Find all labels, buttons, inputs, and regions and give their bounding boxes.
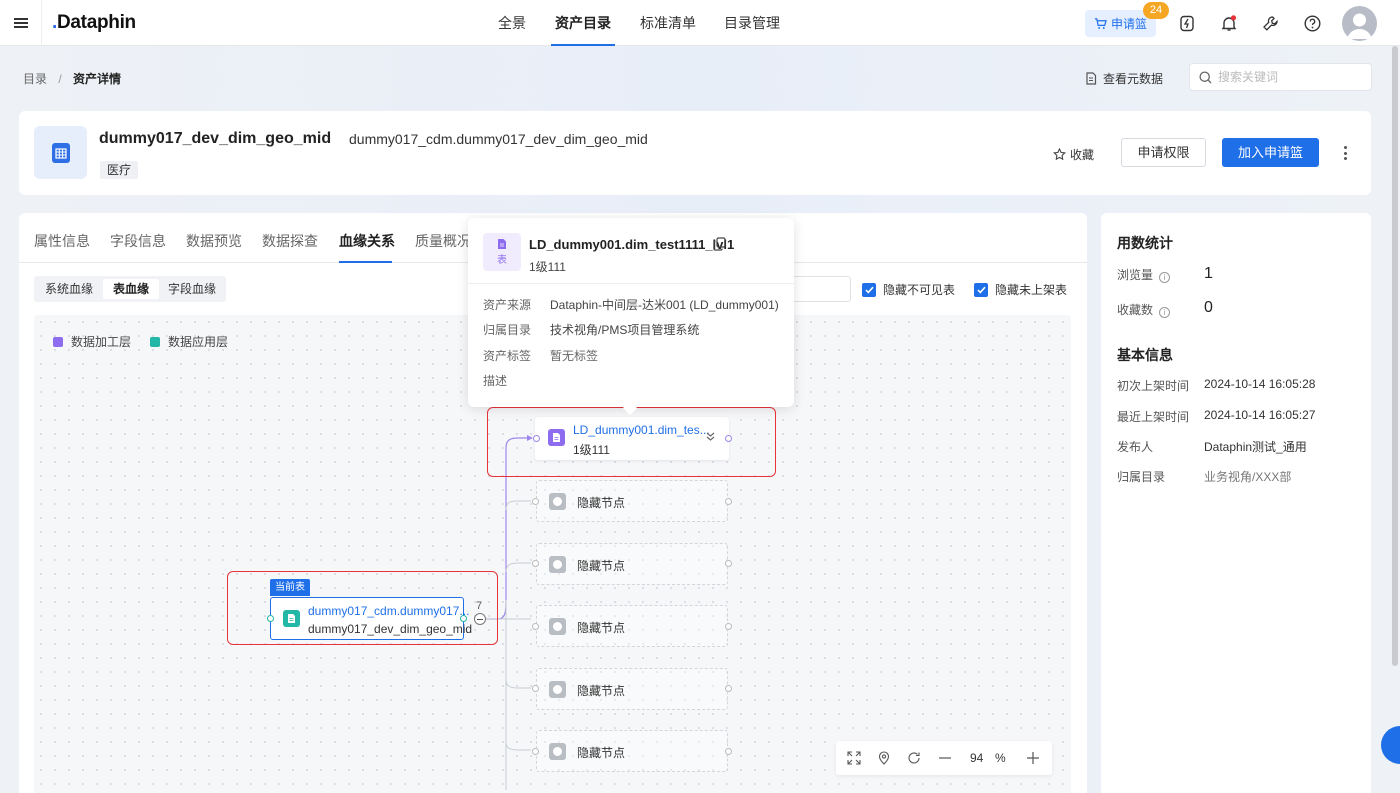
- popover-key: 描述: [483, 374, 508, 388]
- favs-label: 收藏数 i: [1117, 301, 1171, 318]
- node-port: [532, 560, 539, 567]
- copy-icon[interactable]: [713, 237, 726, 254]
- usage-stats-title: 用数统计: [1117, 235, 1173, 251]
- hidden-node-icon: [549, 556, 566, 573]
- page-scrollbar[interactable]: [1392, 46, 1398, 666]
- node-port: [725, 623, 732, 630]
- node-port: [532, 498, 539, 505]
- zoom-value: 94: [970, 751, 984, 765]
- publisher-label: 发布人: [1117, 440, 1154, 454]
- basic-info-title: 基本信息: [1117, 347, 1173, 363]
- hidden-node[interactable]: 隐藏节点: [536, 730, 728, 772]
- info-icon: i: [1159, 307, 1171, 318]
- views-label: 浏览量 i: [1117, 266, 1171, 283]
- hidden-node-label: 隐藏节点: [577, 621, 626, 635]
- popover-divider: [468, 283, 794, 284]
- fit-screen-icon[interactable]: [845, 749, 863, 767]
- hidden-node-icon: [549, 681, 566, 698]
- asset-side-panel: 用数统计 浏览量 i 1 收藏数 i 0 基本信息 初次上架时间 2024-10-1…: [1101, 213, 1371, 793]
- node-detail-popover: 表 LD_dummy001.dim_test1111_lvl1 1级111 资产…: [468, 218, 794, 407]
- node-port: [725, 748, 732, 755]
- first-listed-label: 初次上架时间: [1117, 379, 1190, 393]
- zoom-in-icon[interactable]: [1024, 749, 1042, 767]
- table-type-icon: 表: [483, 233, 521, 271]
- last-listed-label: 最近上架时间: [1117, 410, 1190, 424]
- info-icon: i: [1159, 272, 1171, 283]
- hidden-node-icon: [549, 493, 566, 510]
- refresh-icon[interactable]: [905, 749, 923, 767]
- canvas-zoom-toolbar: 94 %: [836, 741, 1052, 775]
- hidden-node-label: 隐藏节点: [577, 559, 626, 573]
- hidden-node[interactable]: 隐藏节点: [536, 543, 728, 585]
- node-port: [725, 560, 732, 567]
- zoom-unit: %: [995, 751, 1006, 765]
- node-port: [725, 498, 732, 505]
- hidden-node[interactable]: 隐藏节点: [536, 480, 728, 522]
- catalog-label: 归属目录: [1117, 470, 1166, 484]
- last-listed-value: 2024-10-14 16:05:27: [1204, 408, 1316, 422]
- hidden-node[interactable]: 隐藏节点: [536, 668, 728, 710]
- node-port: [532, 748, 539, 755]
- popover-value: Dataphin-中间层-达米001 (LD_dummy001): [550, 298, 779, 312]
- popover-key: 资产来源: [483, 298, 532, 312]
- popover-subtitle: 1级111: [529, 260, 566, 274]
- hidden-node-icon: [549, 618, 566, 635]
- catalog-value: 业务视角/XXX部: [1204, 470, 1292, 484]
- popover-value: 暂无标签: [550, 349, 599, 363]
- locate-icon[interactable]: [875, 749, 893, 767]
- hidden-node-label: 隐藏节点: [577, 684, 626, 698]
- popover-key: 资产标签: [483, 349, 532, 363]
- views-value: 1: [1204, 265, 1213, 282]
- hidden-node-label: 隐藏节点: [577, 496, 626, 510]
- highlight-box-current: [227, 571, 498, 645]
- node-port: [532, 623, 539, 630]
- popover-key: 归属目录: [483, 323, 532, 337]
- hidden-node-label: 隐藏节点: [577, 746, 626, 760]
- hidden-node[interactable]: 隐藏节点: [536, 605, 728, 647]
- node-port: [532, 685, 539, 692]
- popover-value: 技术视角/PMS项目管理系统: [550, 323, 700, 337]
- node-port: [725, 685, 732, 692]
- popover-title: LD_dummy001.dim_test1111_lvl1: [529, 237, 735, 252]
- first-listed-value: 2024-10-14 16:05:28: [1204, 377, 1316, 391]
- zoom-out-icon[interactable]: [936, 749, 954, 767]
- highlight-box-downstream: [487, 407, 776, 477]
- hidden-node-icon: [549, 743, 566, 760]
- favs-value: 0: [1204, 299, 1213, 316]
- publisher-value: Dataphin测试_通用: [1204, 440, 1307, 454]
